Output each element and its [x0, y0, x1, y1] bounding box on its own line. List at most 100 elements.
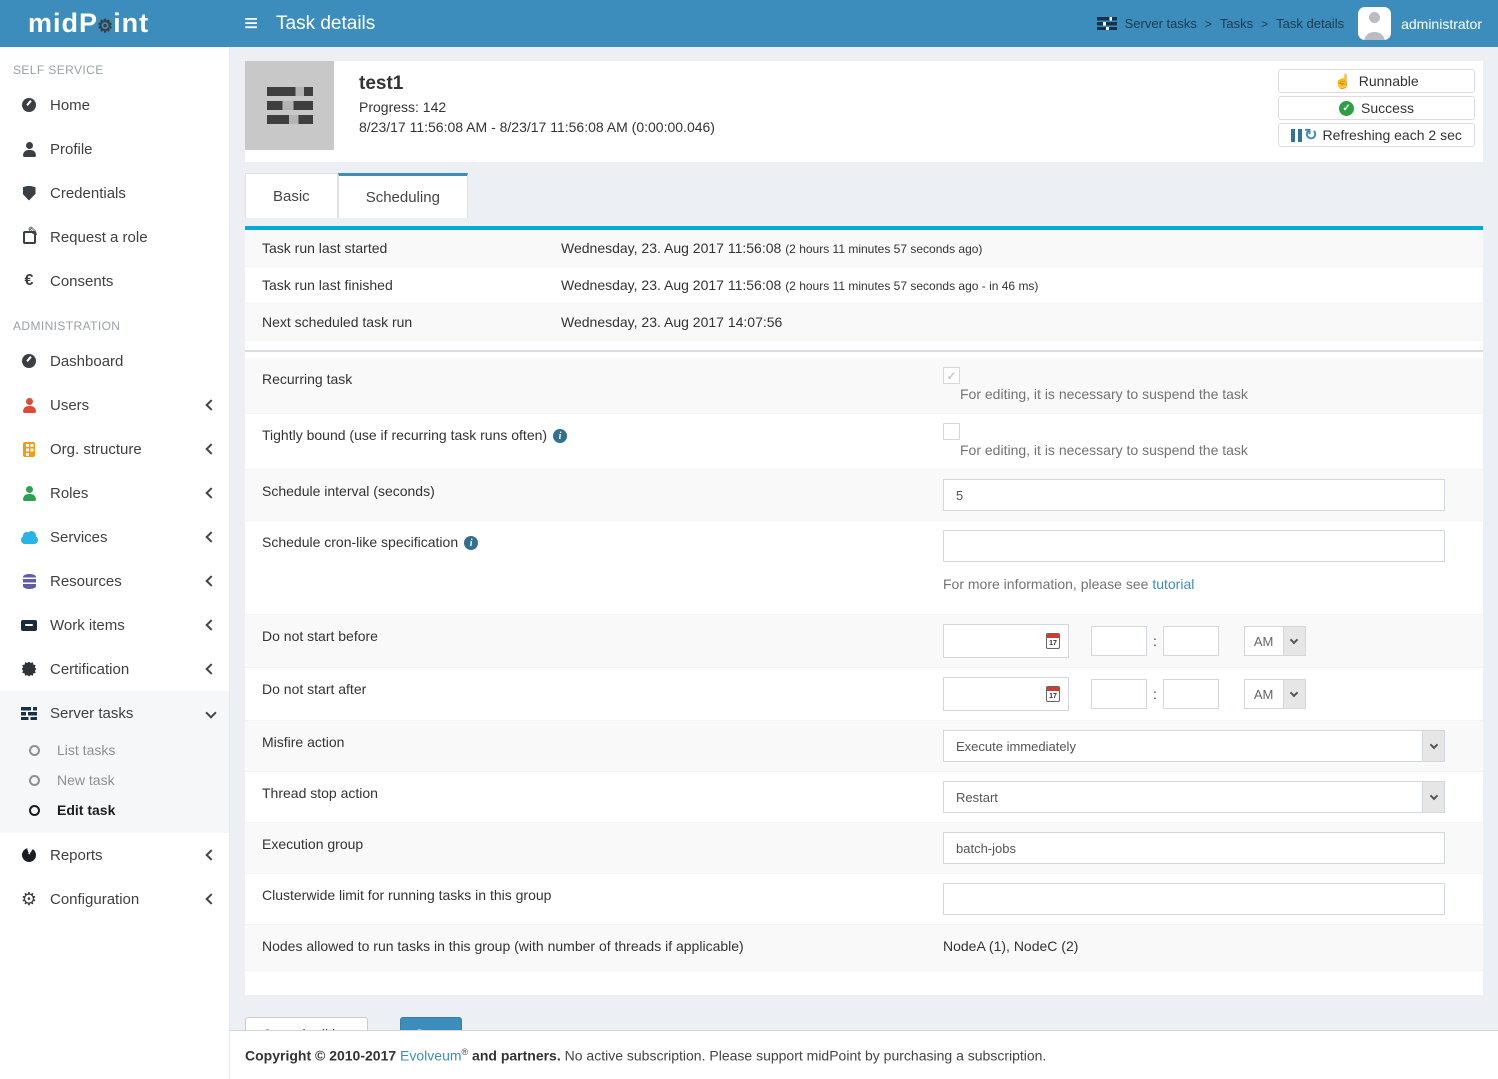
sidebar-item-list-tasks[interactable]: List tasks: [0, 735, 229, 765]
sidebar-item-org-structure[interactable]: Org. structure: [0, 427, 229, 471]
not-before-date-input[interactable]: [943, 624, 1069, 658]
task-progress: Progress: 142: [359, 99, 715, 115]
tachometer-icon: [22, 98, 36, 112]
sidebar-item-users[interactable]: Users: [0, 383, 229, 427]
sidebar-item-work-items[interactable]: Work items: [0, 603, 229, 647]
not-after-hours-input[interactable]: [1091, 679, 1147, 709]
sidebar-item-credentials[interactable]: Credentials: [0, 171, 229, 215]
pie-chart-icon: [20, 846, 37, 863]
tutorial-link[interactable]: tutorial: [1152, 576, 1194, 592]
form-row-nodes: Nodes allowed to run tasks in this group…: [245, 925, 1483, 971]
user-menu[interactable]: administrator: [1358, 7, 1482, 40]
thread-stop-select[interactable]: Restart: [943, 781, 1445, 813]
schedule-interval-input[interactable]: [943, 479, 1445, 511]
hamburger-icon[interactable]: [244, 12, 258, 36]
inbox-icon: [21, 620, 37, 631]
breadcrumb-separator: [1205, 16, 1212, 31]
sidebar-item-reports[interactable]: Reports: [0, 833, 229, 877]
sidebar-item-home[interactable]: Home: [0, 83, 229, 127]
sidebar-item-request-a-role[interactable]: Request a role: [0, 215, 229, 259]
sidebar-section-self-service: SELF SERVICE: [0, 47, 229, 83]
tachometer-icon: [22, 354, 36, 368]
cron-spec-input[interactable]: [943, 530, 1445, 562]
info-icon[interactable]: [553, 429, 567, 443]
calendar-icon[interactable]: [1046, 633, 1060, 649]
sidebar-item-resources[interactable]: Resources: [0, 559, 229, 603]
avatar: [1358, 7, 1391, 40]
tasks-icon: [21, 707, 37, 720]
not-before-hours-input[interactable]: [1091, 626, 1147, 656]
user-icon: [22, 142, 36, 157]
sidebar-item-services[interactable]: Services: [0, 515, 229, 559]
sidebar-item-profile[interactable]: Profile: [0, 127, 229, 171]
chevron-left-icon: [205, 399, 216, 410]
refresh-icon: [1304, 127, 1317, 143]
runnable-badge[interactable]: Runnable: [1278, 69, 1475, 93]
not-after-ampm-select[interactable]: AM: [1244, 679, 1306, 709]
street-view-icon: [22, 486, 36, 501]
top-bar: midPint Task details Server tasks Tasks …: [0, 0, 1498, 47]
not-before-ampm-select[interactable]: AM: [1244, 626, 1306, 656]
sidebar: SELF SERVICE Home Profile Credentials Re…: [0, 47, 230, 1079]
select-arrow-icon: [1283, 627, 1305, 655]
shield-icon: [23, 186, 36, 201]
sidebar-item-dashboard[interactable]: Dashboard: [0, 339, 229, 383]
evolveum-link[interactable]: Evolveum: [400, 1047, 461, 1063]
refresh-toggle-button[interactable]: Refreshing each 2 sec: [1278, 123, 1475, 147]
not-before-minutes-input[interactable]: [1163, 626, 1219, 656]
form-row-cluster-limit: Clusterwide limit for running tasks in t…: [245, 874, 1483, 925]
chevron-left-icon: [205, 487, 216, 498]
chevron-left-icon: [205, 575, 216, 586]
brand-logo[interactable]: midPint: [0, 8, 230, 39]
form-row-not-after: Do not start after : AM: [245, 668, 1483, 721]
form-row-schedule-interval: Schedule interval (seconds): [245, 470, 1483, 521]
chevron-left-icon: [205, 849, 216, 860]
sidebar-item-configuration[interactable]: Configuration: [0, 877, 229, 921]
gear-icon: [19, 890, 39, 908]
pause-icon: [1291, 129, 1302, 142]
nodes-value: NodeA (1), NodeC (2): [943, 934, 1483, 954]
execution-group-input[interactable]: [943, 832, 1445, 864]
not-after-minutes-input[interactable]: [1163, 679, 1219, 709]
circle-icon: [29, 745, 40, 756]
certificate-icon: [22, 662, 37, 677]
tightly-bound-checkbox[interactable]: [943, 423, 960, 440]
select-arrow-icon: [1283, 680, 1305, 708]
not-after-date-input[interactable]: [943, 677, 1069, 711]
page-title: Task details: [276, 13, 375, 35]
edit-icon: [23, 231, 36, 244]
recurring-checkbox[interactable]: [943, 367, 960, 384]
calendar-icon[interactable]: [1046, 686, 1060, 702]
sidebar-item-edit-task[interactable]: Edit task: [0, 795, 229, 825]
chevron-left-icon: [205, 893, 216, 904]
circle-icon: [29, 775, 40, 786]
sidebar-item-consents[interactable]: Consents: [0, 259, 229, 303]
tab-basic[interactable]: Basic: [245, 173, 338, 218]
sidebar-item-roles[interactable]: Roles: [0, 471, 229, 515]
tab-scheduling[interactable]: Scheduling: [338, 173, 468, 218]
form-row-recurring: Recurring task For editing, it is necess…: [245, 358, 1483, 414]
gear-logo-icon: [97, 12, 114, 38]
cron-hint: For more information, please see tutoria…: [943, 576, 1464, 592]
breadcrumb-item[interactable]: Tasks: [1220, 16, 1253, 31]
info-icon[interactable]: [464, 536, 478, 550]
sidebar-item-server-tasks[interactable]: Server tasks: [0, 691, 229, 735]
misfire-action-select[interactable]: Execute immediately: [943, 730, 1445, 762]
success-badge[interactable]: Success: [1278, 96, 1475, 120]
breadcrumb-item[interactable]: Server tasks: [1125, 16, 1197, 31]
cluster-limit-input[interactable]: [943, 883, 1445, 915]
time-colon: :: [1153, 633, 1157, 649]
server-tasks-group: Server tasks List tasks New task Edit ta…: [0, 691, 229, 833]
sidebar-item-new-task[interactable]: New task: [0, 765, 229, 795]
suspend-help-text: For editing, it is necessary to suspend …: [960, 386, 1464, 402]
building-icon: [23, 442, 35, 457]
database-icon: [23, 574, 36, 589]
user-icon: [22, 398, 36, 413]
main-content: test1 Progress: 142 8/23/17 11:56:08 AM …: [230, 47, 1498, 1079]
task-title: test1: [359, 73, 715, 95]
select-arrow-icon: [1422, 731, 1444, 761]
form-row-execution-group: Execution group: [245, 823, 1483, 874]
next-run-value: Wednesday, 23. Aug 2017 14:07:56: [561, 314, 782, 330]
sidebar-item-certification[interactable]: Certification: [0, 647, 229, 691]
chevron-left-icon: [205, 443, 216, 454]
